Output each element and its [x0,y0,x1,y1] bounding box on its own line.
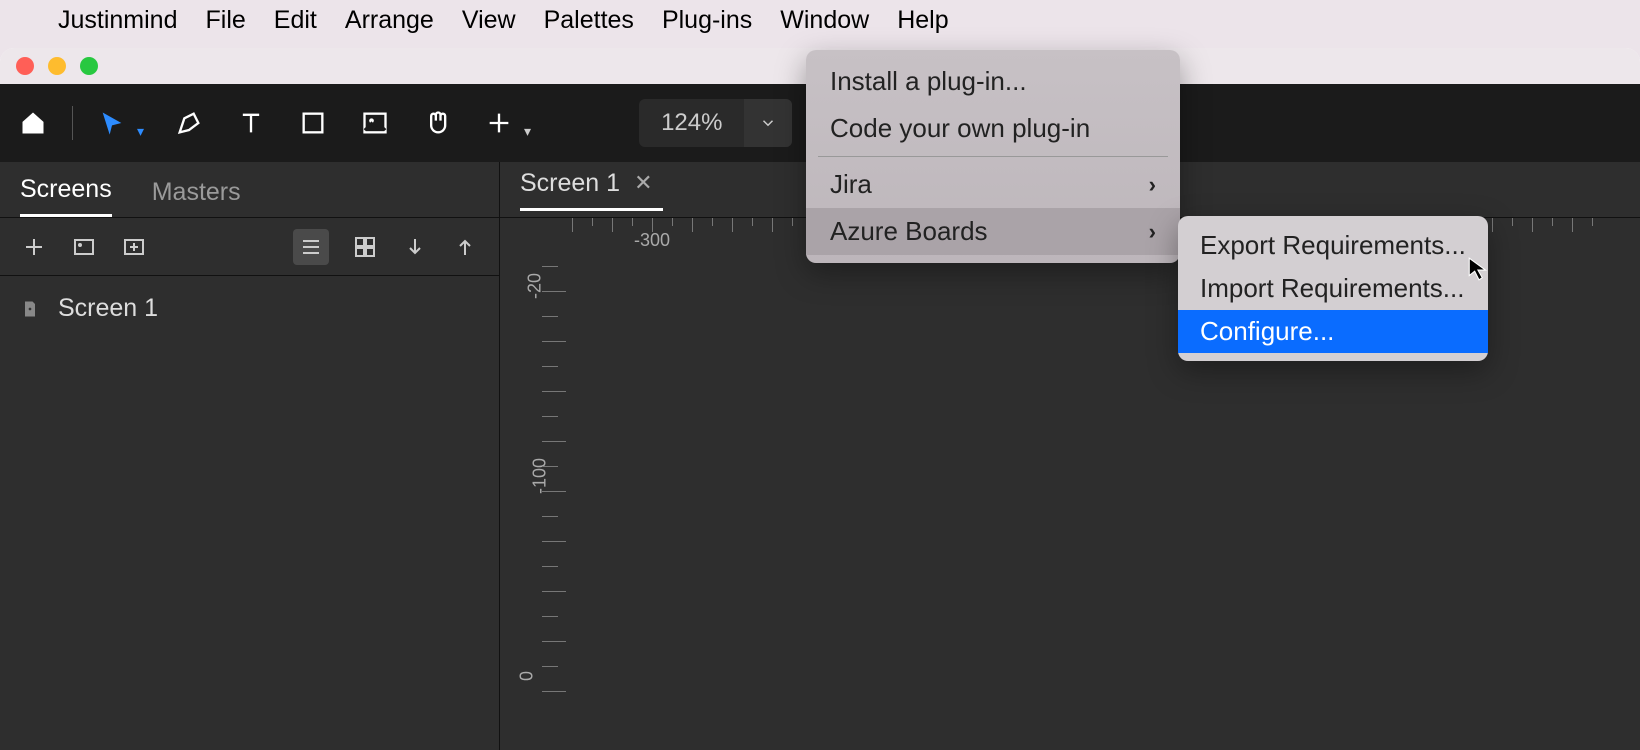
menu-plugins[interactable]: Plug-ins [662,6,752,35]
ruler-v-label-c: 0 [517,671,538,681]
zoom-caret-icon[interactable] [744,99,792,147]
grid-view-icon[interactable] [351,233,379,261]
list-view-icon[interactable] [293,229,329,265]
add-tool-icon[interactable] [482,106,516,140]
zoom-value[interactable]: 124% [639,109,744,137]
sort-up-icon[interactable] [451,233,479,261]
azure-submenu-popup: Export Requirements... Import Requiremen… [1178,216,1488,361]
add-tool-caret-icon[interactable]: ▾ [524,123,531,140]
menu-item-label: Code your own plug-in [830,113,1090,144]
add-screen-icon[interactable] [20,233,48,261]
image-tool-icon[interactable] [358,106,392,140]
window-zoom-button[interactable] [80,57,98,75]
ruler-h-label: -300 [634,230,670,251]
menu-edit[interactable]: Edit [274,6,317,35]
left-panel-tabs: Screens Masters [0,162,499,218]
left-panel: Screens Masters Screen 1 [0,162,500,750]
menu-item-install-plugin[interactable]: Install a plug-in... [806,58,1180,105]
select-tool-caret-icon[interactable]: ▾ [137,123,144,140]
menu-window[interactable]: Window [780,6,869,35]
ruler-v-label-b: -100 [530,458,551,494]
screens-list: Screen 1 [0,276,499,341]
add-image-icon[interactable] [70,233,98,261]
screen-item-label: Screen 1 [58,294,158,323]
screen-file-icon [20,299,40,319]
zoom-control: 124% [639,99,792,147]
select-tool-icon[interactable] [95,106,129,140]
menu-palettes[interactable]: Palettes [544,6,634,35]
macos-menubar: Justinmind File Edit Arrange View Palett… [0,0,1640,40]
window-close-button[interactable] [16,57,34,75]
ruler-v-label-a: -20 [525,273,546,299]
menu-item-label: Install a plug-in... [830,66,1027,97]
menu-item-label: Jira [830,169,872,200]
sort-down-icon[interactable] [401,233,429,261]
toolbar-separator [72,106,73,140]
hand-tool-icon[interactable] [420,106,454,140]
menu-help[interactable]: Help [897,6,948,35]
window-minimize-button[interactable] [48,57,66,75]
text-tool-icon[interactable] [234,106,268,140]
home-icon[interactable] [16,106,50,140]
submenu-item-configure[interactable]: Configure... [1178,310,1488,353]
tab-screens[interactable]: Screens [20,175,112,217]
menu-item-jira[interactable]: Jira › [806,161,1180,208]
menu-view[interactable]: View [462,6,516,35]
app-menu[interactable]: Justinmind [58,6,178,35]
canvas-tab[interactable]: Screen 1 ✕ [520,169,663,211]
tab-masters[interactable]: Masters [152,178,241,217]
left-panel-toolbar [0,218,499,276]
submenu-item-export-requirements[interactable]: Export Requirements... [1178,224,1488,267]
menu-item-label: Azure Boards [830,216,988,247]
rectangle-tool-icon[interactable] [296,106,330,140]
canvas-tab-label: Screen 1 [520,169,620,198]
chevron-right-icon: › [1149,172,1156,198]
cursor-icon [1466,256,1492,282]
menu-separator [818,156,1168,157]
plugins-menu-popup: Install a plug-in... Code your own plug-… [806,50,1180,263]
menu-item-azure-boards[interactable]: Azure Boards › [806,208,1180,255]
add-folder-icon[interactable] [120,233,148,261]
close-icon[interactable]: ✕ [634,170,652,196]
pen-tool-icon[interactable] [172,106,206,140]
menu-item-code-plugin[interactable]: Code your own plug-in [806,105,1180,152]
ruler-vertical: -20 -100 0 [522,246,562,750]
submenu-item-import-requirements[interactable]: Import Requirements... [1178,267,1488,310]
menu-file[interactable]: File [206,6,246,35]
chevron-right-icon: › [1149,219,1156,245]
list-item[interactable]: Screen 1 [0,286,499,331]
menu-arrange[interactable]: Arrange [345,6,434,35]
